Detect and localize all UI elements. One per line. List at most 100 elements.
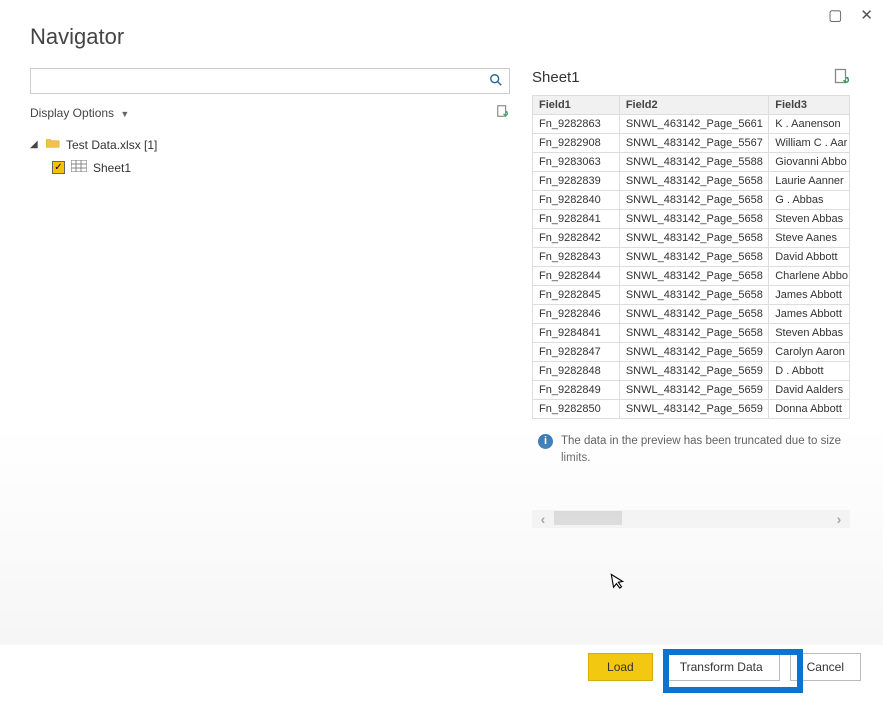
table-row[interactable]: Fn_9282863SNWL_463142_Page_5661K . Aanen… [533,115,850,134]
table-row[interactable]: Fn_9282843SNWL_483142_Page_5658David Abb… [533,248,850,267]
transform-data-button[interactable]: Transform Data [663,653,780,681]
table-row[interactable]: Fn_9282847SNWL_483142_Page_5659Carolyn A… [533,343,850,362]
preview-table: Field1Field2Field3 Fn_9282863SNWL_463142… [532,95,850,419]
table-cell: Fn_9282841 [533,210,620,229]
table-cell: Charlene Abbo [769,267,850,286]
table-row[interactable]: Fn_9282839SNWL_483142_Page_5658Laurie Aa… [533,172,850,191]
load-button[interactable]: Load [588,653,653,681]
table-cell: David Aalders [769,381,850,400]
table-cell: Fn_9282863 [533,115,620,134]
page-title: Navigator [0,0,883,50]
table-cell: Fn_9282848 [533,362,620,381]
table-cell: SNWL_463142_Page_5661 [619,115,768,134]
table-cell: Steven Abbas [769,324,850,343]
table-cell: Carolyn Aaron [769,343,850,362]
cursor-icon [610,571,630,596]
table-cell: SNWL_483142_Page_5658 [619,305,768,324]
table-cell: Fn_9282908 [533,134,620,153]
folder-icon [46,137,60,152]
table-row[interactable]: Fn_9282846SNWL_483142_Page_5658James Abb… [533,305,850,324]
column-header[interactable]: Field2 [619,96,768,115]
table-cell: Fn_9282845 [533,286,620,305]
navigator-left-pane: Display Options ▼ ◢ Test Data.xlsx [1] ✓ [30,68,510,528]
table-cell: SNWL_483142_Page_5658 [619,286,768,305]
table-row[interactable]: Fn_9282842SNWL_483142_Page_5658Steve Aan… [533,229,850,248]
column-header[interactable]: Field3 [769,96,850,115]
table-cell: Giovanni Abbo [769,153,850,172]
table-cell: William C . Aar [769,134,850,153]
table-row[interactable]: Fn_9284841SNWL_483142_Page_5658Steven Ab… [533,324,850,343]
table-row[interactable]: Fn_9282841SNWL_483142_Page_5658Steven Ab… [533,210,850,229]
table-cell: James Abbott [769,286,850,305]
table-icon [71,160,87,175]
scroll-right-icon[interactable]: › [828,511,850,527]
table-cell: Fn_9282842 [533,229,620,248]
tree-file-label: Test Data.xlsx [1] [66,138,157,152]
table-cell: K . Aanenson [769,115,850,134]
column-header[interactable]: Field1 [533,96,620,115]
maximize-icon[interactable]: ▢ [828,6,842,24]
collapse-caret-icon[interactable]: ◢ [30,139,40,150]
horizontal-scrollbar[interactable]: ‹ › [532,510,850,528]
scroll-thumb[interactable] [554,511,622,525]
checkbox-checked-icon[interactable]: ✓ [52,161,65,174]
table-cell: Fn_9283063 [533,153,620,172]
table-cell: SNWL_483142_Page_5658 [619,248,768,267]
tree-sheet-node[interactable]: ✓ Sheet1 [52,158,510,177]
search-icon[interactable] [489,73,503,90]
table-cell: SNWL_483142_Page_5567 [619,134,768,153]
table-row[interactable]: Fn_9282908SNWL_483142_Page_5567William C… [533,134,850,153]
table-row[interactable]: Fn_9282848SNWL_483142_Page_5659D . Abbot… [533,362,850,381]
scroll-left-icon[interactable]: ‹ [532,511,554,527]
chevron-down-icon: ▼ [120,109,129,119]
truncated-info: i The data in the preview has been trunc… [532,433,850,466]
dialog-buttons: Load Transform Data Cancel [588,653,861,681]
table-row[interactable]: Fn_9282849SNWL_483142_Page_5659David Aal… [533,381,850,400]
search-input[interactable] [37,73,489,89]
table-cell: Fn_9284841 [533,324,620,343]
table-cell: Fn_9282846 [533,305,620,324]
table-cell: Fn_9282844 [533,267,620,286]
table-cell: G . Abbas [769,191,850,210]
table-row[interactable]: Fn_9283063SNWL_483142_Page_5588Giovanni … [533,153,850,172]
table-cell: SNWL_483142_Page_5659 [619,381,768,400]
cancel-button[interactable]: Cancel [790,653,861,681]
scroll-track[interactable] [554,510,828,528]
table-cell: Donna Abbott [769,400,850,419]
table-cell: SNWL_483142_Page_5659 [619,400,768,419]
table-row[interactable]: Fn_9282840SNWL_483142_Page_5658G . Abbas [533,191,850,210]
table-row[interactable]: Fn_9282850SNWL_483142_Page_5659Donna Abb… [533,400,850,419]
display-options-dropdown[interactable]: Display Options ▼ [30,106,129,120]
table-cell: James Abbott [769,305,850,324]
refresh-preview-icon[interactable] [834,68,850,87]
table-cell: David Abbott [769,248,850,267]
preview-pane: Sheet1 Field1Field2Field3 Fn_9282863SNWL… [532,68,850,528]
table-cell: SNWL_483142_Page_5658 [619,172,768,191]
info-icon: i [538,434,553,449]
close-icon[interactable]: ✕ [860,6,873,24]
table-cell: Fn_9282850 [533,400,620,419]
table-cell: Fn_9282849 [533,381,620,400]
table-cell: SNWL_483142_Page_5658 [619,267,768,286]
truncated-message: The data in the preview has been truncat… [561,433,844,466]
source-tree: ◢ Test Data.xlsx [1] ✓ Sheet1 [30,135,510,177]
tree-file-node[interactable]: ◢ Test Data.xlsx [1] [30,135,510,154]
table-cell: SNWL_483142_Page_5659 [619,343,768,362]
table-cell: Laurie Aanner [769,172,850,191]
table-cell: Fn_9282847 [533,343,620,362]
tree-sheet-label: Sheet1 [93,161,131,175]
table-cell: SNWL_483142_Page_5658 [619,229,768,248]
table-cell: Fn_9282840 [533,191,620,210]
table-cell: SNWL_483142_Page_5658 [619,210,768,229]
table-row[interactable]: Fn_9282845SNWL_483142_Page_5658James Abb… [533,286,850,305]
table-cell: Steven Abbas [769,210,850,229]
table-cell: SNWL_483142_Page_5588 [619,153,768,172]
table-cell: SNWL_483142_Page_5659 [619,362,768,381]
table-cell: Steve Aanes [769,229,850,248]
table-cell: Fn_9282839 [533,172,620,191]
table-row[interactable]: Fn_9282844SNWL_483142_Page_5658Charlene … [533,267,850,286]
search-input-container[interactable] [30,68,510,94]
preview-title: Sheet1 [532,69,580,86]
table-cell: SNWL_483142_Page_5658 [619,324,768,343]
page-refresh-icon[interactable] [496,104,510,121]
